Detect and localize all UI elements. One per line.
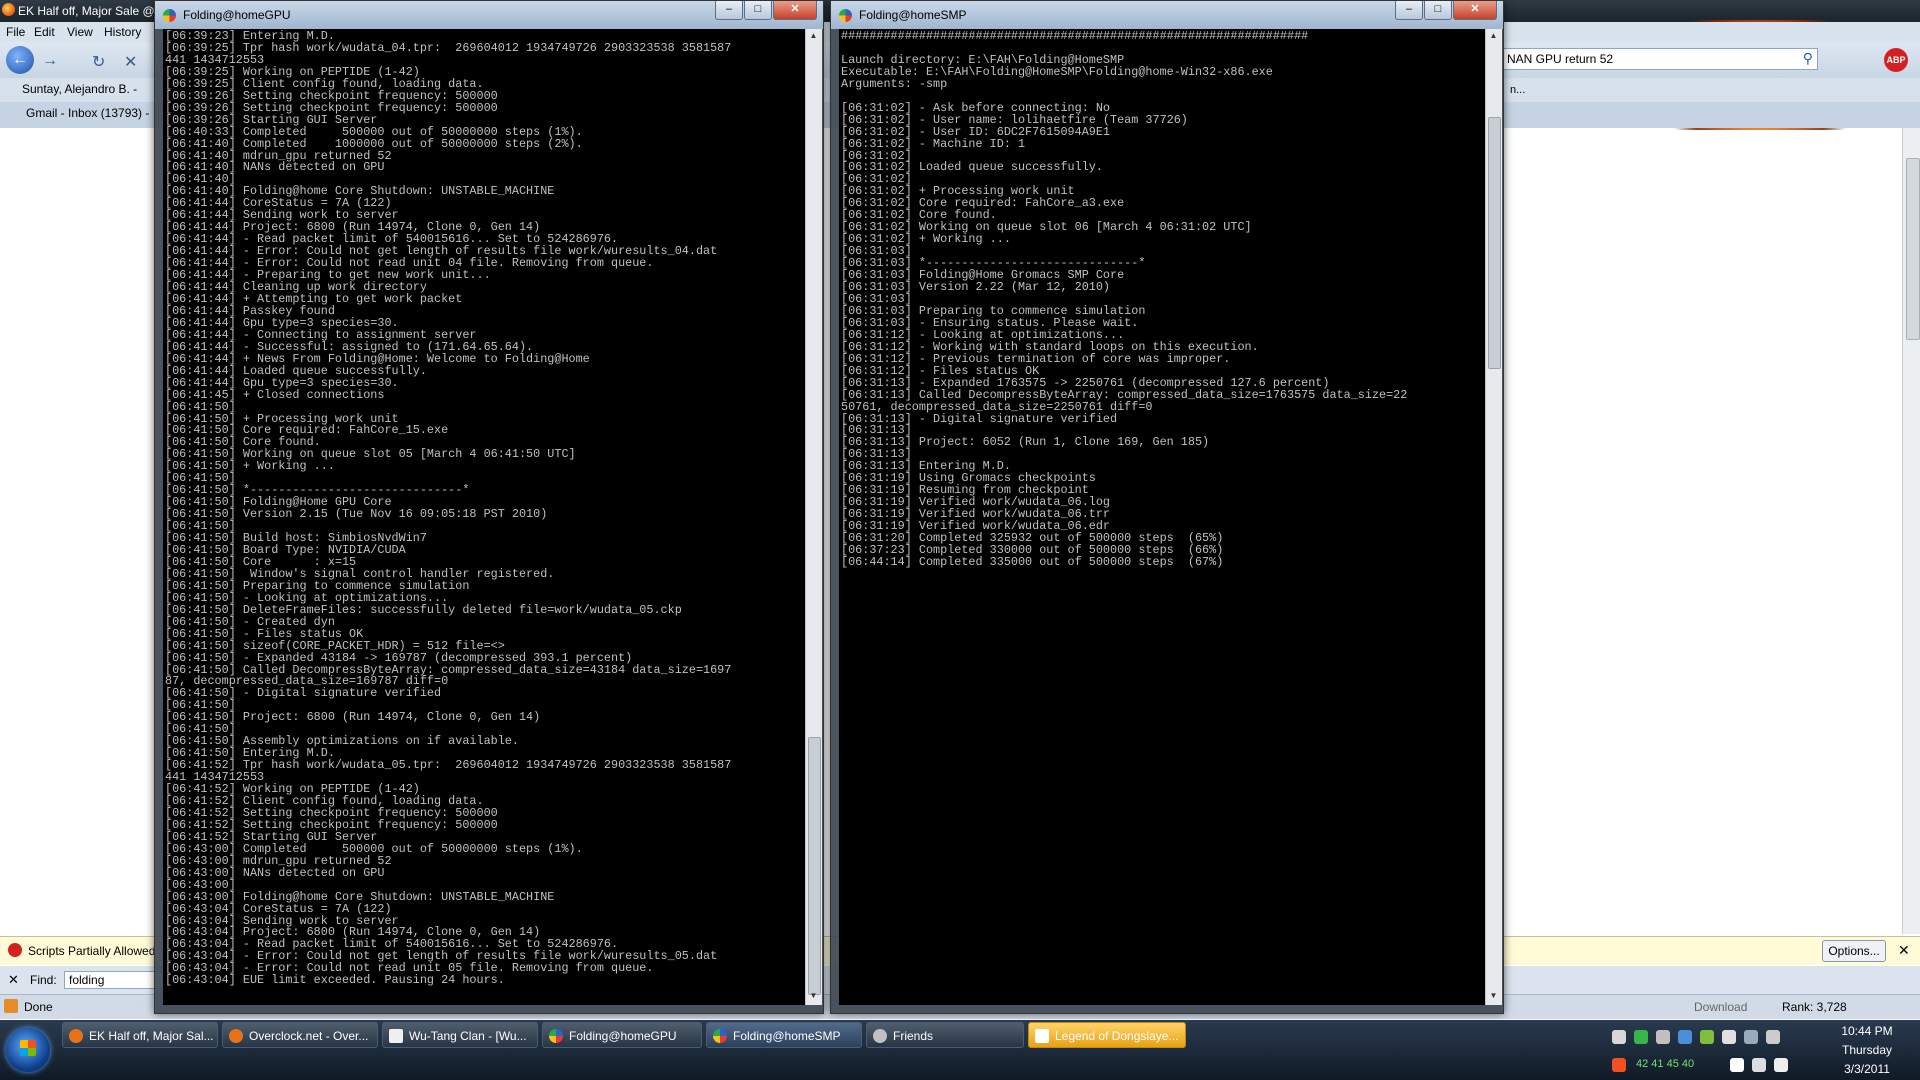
taskbar-item-smp[interactable]: Folding@homeSMP bbox=[706, 1022, 862, 1048]
reload-icon[interactable]: ↻ bbox=[92, 52, 105, 72]
taskbar-item-friends[interactable]: Friends bbox=[866, 1022, 1024, 1048]
close-button[interactable]: ✕ bbox=[773, 1, 817, 20]
scrollbar-thumb[interactable] bbox=[808, 737, 821, 995]
folding-at-home-icon bbox=[713, 1029, 727, 1043]
scroll-up-arrow-icon[interactable]: ▲ bbox=[808, 31, 819, 43]
menu-view[interactable]: View bbox=[67, 25, 93, 39]
scroll-up-arrow-icon[interactable]: ▲ bbox=[1488, 31, 1499, 43]
taskbar-item-game[interactable]: Legend of Dongslaye... bbox=[1028, 1022, 1186, 1048]
scroll-down-arrow-icon[interactable]: ▼ bbox=[808, 991, 819, 1003]
clock[interactable]: 10:44 PM Thursday 3/3/2011 bbox=[1820, 1022, 1914, 1079]
flag-icon[interactable] bbox=[1730, 1058, 1744, 1072]
clock-date: 3/3/2011 bbox=[1844, 1062, 1890, 1076]
folding-at-home-icon bbox=[839, 9, 852, 22]
taskbar-item-label: Folding@homeGPU bbox=[569, 1029, 677, 1043]
back-arrow-icon[interactable]: ← bbox=[6, 46, 34, 74]
search-icon[interactable]: ⚲ bbox=[1803, 50, 1813, 67]
search-value: NAN GPU return 52 bbox=[1507, 52, 1614, 66]
taskbar-item-label: Legend of Dongslaye... bbox=[1055, 1029, 1179, 1043]
search-input[interactable]: NAN GPU return 52 ⚲ bbox=[1500, 48, 1818, 70]
taskbar-item-browser[interactable]: EK Half off, Major Sal... bbox=[62, 1022, 218, 1048]
firefox-icon bbox=[229, 1029, 243, 1043]
smp-console-window: Folding@homeSMP – □ ✕ ####################… bbox=[830, 0, 1504, 1014]
folding-at-home-icon bbox=[549, 1029, 563, 1043]
taskbar-item-label: Overclock.net - Over... bbox=[249, 1029, 369, 1043]
taskbar-item-music[interactable]: Wu-Tang Clan - [Wu... bbox=[382, 1022, 538, 1048]
taskbar-item-overclock[interactable]: Overclock.net - Over... bbox=[222, 1022, 378, 1048]
rank-label: Rank: 3,728 bbox=[1782, 1000, 1847, 1014]
clock-day: Thursday bbox=[1841, 1043, 1893, 1057]
console-output: ########################################… bbox=[839, 29, 1485, 1005]
tab-overflow-text: n... bbox=[1510, 84, 1526, 96]
player-icon bbox=[389, 1029, 403, 1043]
noscript-icon bbox=[8, 943, 22, 957]
console-output: [06:39:23] Entering M.D. [06:39:25] Tpr … bbox=[163, 29, 813, 1005]
tray-app-icon[interactable] bbox=[1744, 1030, 1758, 1044]
tray-temperatures: 42 41 45 40 bbox=[1636, 1058, 1695, 1070]
firefox-icon bbox=[2, 3, 15, 16]
bookmark-item[interactable]: Suntay, Alejandro B. - bbox=[22, 82, 137, 96]
options-button[interactable]: Options... bbox=[1822, 940, 1886, 962]
folding-at-home-icon bbox=[163, 9, 176, 22]
find-label: Find: bbox=[30, 973, 57, 987]
tray-app-icon[interactable] bbox=[1766, 1030, 1780, 1044]
window-title: Folding@homeGPU bbox=[183, 8, 291, 22]
download-label[interactable]: Download bbox=[1694, 1000, 1747, 1014]
taskbar-item-label: EK Half off, Major Sal... bbox=[89, 1029, 214, 1043]
stop-icon[interactable]: ✕ bbox=[124, 52, 137, 72]
tray-app-icon[interactable] bbox=[1612, 1058, 1626, 1072]
gpu-log-text: [06:39:23] Entering M.D. [06:39:25] Tpr … bbox=[165, 29, 732, 988]
clock-time: 10:44 PM bbox=[1841, 1024, 1893, 1038]
tab-gmail[interactable]: Gmail - Inbox (13793) - bbox=[26, 106, 149, 120]
minimize-button[interactable]: – bbox=[1395, 1, 1423, 20]
status-text: Done bbox=[24, 1000, 53, 1014]
taskbar-item-label: Wu-Tang Clan - [Wu... bbox=[409, 1029, 527, 1043]
tray-app-icon[interactable] bbox=[1612, 1030, 1626, 1044]
scroll-down-arrow-icon[interactable]: ▼ bbox=[1488, 991, 1499, 1003]
status-icon bbox=[4, 999, 18, 1013]
taskbar-item-gpu[interactable]: Folding@homeGPU bbox=[542, 1022, 702, 1048]
browser-scrollbar[interactable] bbox=[1902, 128, 1920, 934]
adblock-plus-icon[interactable]: ABP bbox=[1884, 48, 1908, 72]
script-notice-text: Scripts Partially Allowed bbox=[28, 944, 156, 958]
menu-history[interactable]: History bbox=[104, 25, 141, 39]
steam-icon bbox=[873, 1029, 887, 1043]
maximize-button[interactable]: □ bbox=[1424, 1, 1452, 20]
window-titlebar[interactable]: Folding@homeGPU – □ ✕ bbox=[155, 1, 823, 29]
steam-icon bbox=[1035, 1029, 1049, 1043]
start-button[interactable] bbox=[6, 1028, 50, 1072]
tray-app-icon[interactable] bbox=[1656, 1030, 1670, 1044]
tray-app-icon[interactable] bbox=[1700, 1030, 1714, 1044]
find-close-icon[interactable]: ✕ bbox=[8, 972, 19, 988]
maximize-button[interactable]: □ bbox=[744, 1, 772, 20]
forward-arrow-icon[interactable]: → bbox=[42, 52, 58, 70]
menu-edit[interactable]: Edit bbox=[34, 25, 55, 39]
close-button[interactable]: ✕ bbox=[1453, 1, 1497, 20]
menu-file[interactable]: File bbox=[6, 25, 25, 39]
tray-app-icon[interactable] bbox=[1678, 1030, 1692, 1044]
console-scrollbar[interactable]: ▲ ▼ bbox=[1485, 29, 1502, 1005]
scrollbar-thumb[interactable] bbox=[1906, 158, 1920, 340]
close-icon[interactable]: ✕ bbox=[1898, 942, 1910, 959]
firefox-icon bbox=[69, 1029, 83, 1043]
browser-title: EK Half off, Major Sale @ bbox=[18, 4, 155, 18]
scrollbar-thumb[interactable] bbox=[1488, 117, 1501, 369]
smp-log-text: ########################################… bbox=[841, 29, 1408, 569]
taskbar-item-label: Folding@homeSMP bbox=[733, 1029, 841, 1043]
windows-logo-icon bbox=[20, 1040, 36, 1056]
taskbar-item-label: Friends bbox=[893, 1029, 934, 1043]
tray-app-icon[interactable] bbox=[1634, 1030, 1648, 1044]
tray-app-icon[interactable] bbox=[1722, 1030, 1736, 1044]
window-titlebar[interactable]: Folding@homeSMP – □ ✕ bbox=[831, 1, 1503, 29]
gpu-console-window: Folding@homeGPU – □ ✕ [06:39:23] Entering … bbox=[154, 0, 824, 1014]
minimize-button[interactable]: – bbox=[715, 1, 743, 20]
window-title: Folding@homeSMP bbox=[859, 8, 967, 22]
console-scrollbar[interactable]: ▲ ▼ bbox=[805, 29, 822, 1005]
volume-icon[interactable] bbox=[1774, 1058, 1788, 1072]
network-icon[interactable] bbox=[1752, 1058, 1766, 1072]
